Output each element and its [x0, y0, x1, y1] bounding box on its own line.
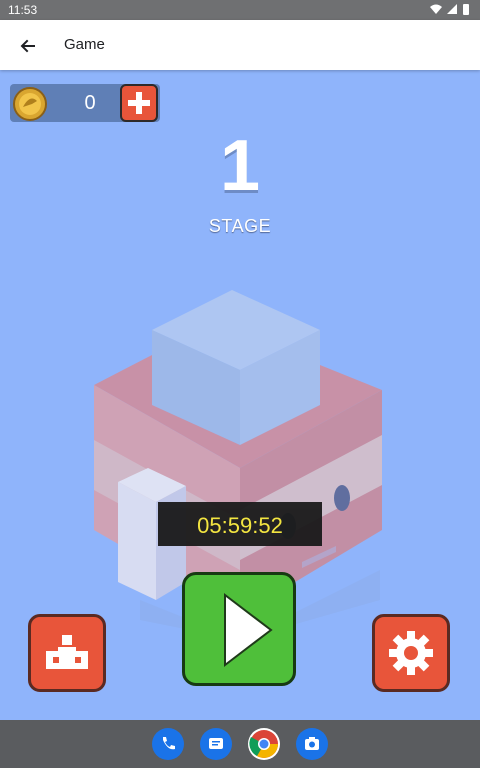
timer-value: 05:59:52 [197, 513, 283, 538]
podium-icon [46, 635, 88, 669]
back-arrow-icon [20, 39, 35, 53]
app-bar: Game [0, 20, 480, 70]
status-icons [430, 3, 470, 15]
leaderboard-button[interactable] [28, 614, 106, 692]
signal-icon [447, 4, 457, 14]
play-icon [224, 592, 273, 668]
coin-icon [13, 87, 47, 121]
countdown-timer: 05:59:52 [158, 502, 322, 546]
chrome-app-button[interactable] [248, 728, 280, 760]
battery-icon [463, 4, 469, 15]
stage-number: 1 [219, 126, 261, 206]
camera-icon [305, 737, 319, 750]
status-time: 11:53 [8, 3, 38, 17]
stage-label: STAGE [208, 216, 272, 236]
game-area[interactable]: 0 1 STAGE 05:59:52 [0, 70, 480, 720]
phone-app-button[interactable] [152, 728, 184, 760]
dock-bar [0, 720, 480, 768]
coin-counter: 0 [10, 84, 160, 122]
messages-app-button[interactable] [200, 728, 232, 760]
app-title: Game [64, 36, 105, 53]
status-bar: 11:53 [0, 0, 480, 20]
play-button[interactable] [182, 572, 296, 686]
wifi-icon [430, 4, 442, 14]
coin-count: 0 [84, 92, 96, 114]
phone-icon [163, 737, 175, 750]
camera-app-button[interactable] [296, 728, 328, 760]
chrome-icon [249, 730, 278, 758]
settings-button[interactable] [372, 614, 450, 692]
gear-icon [389, 631, 433, 675]
messages-icon [209, 738, 223, 749]
back-button[interactable] [14, 32, 42, 60]
plus-icon [128, 92, 150, 114]
add-coins-button[interactable] [120, 84, 158, 122]
